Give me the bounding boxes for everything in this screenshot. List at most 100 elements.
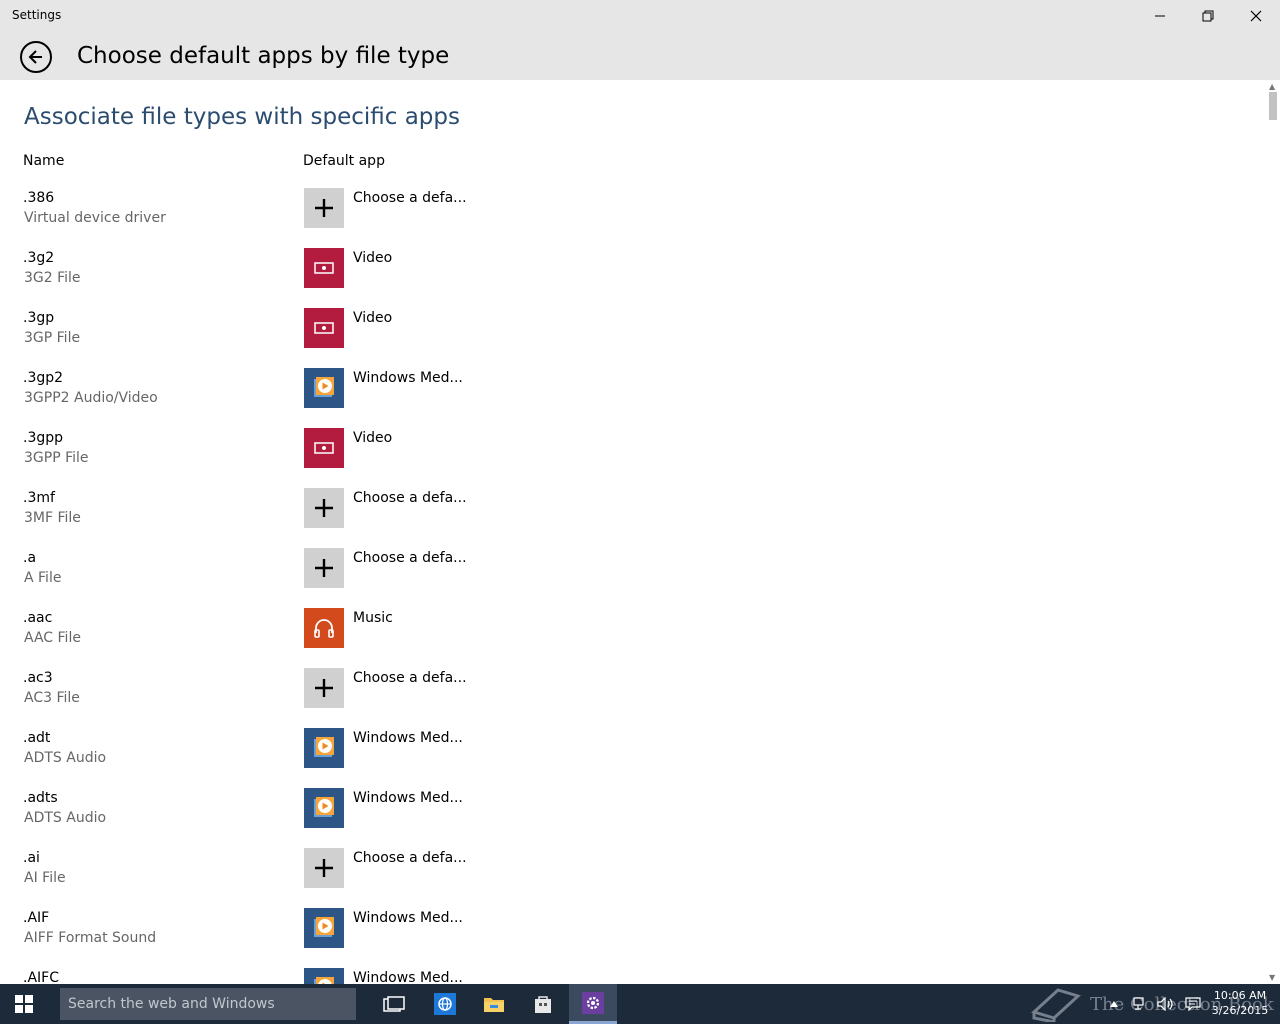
- scroll-up-arrow-icon[interactable]: ▲: [1269, 82, 1275, 91]
- file-type-description: 3GPP2 Audio/Video: [24, 390, 158, 406]
- file-type-description: 3GPP File: [24, 450, 89, 466]
- file-type-description: Virtual device driver: [24, 210, 166, 226]
- section-heading: Associate file types with specific apps: [24, 104, 460, 130]
- network-tray-button[interactable]: [1130, 984, 1152, 1024]
- chevron-up-icon: [1110, 1001, 1118, 1007]
- file-type-list: .386 Virtual device driver Choose a defa…: [0, 188, 1266, 984]
- main-content: Associate file types with specific apps …: [0, 80, 1266, 984]
- file-type-description: ADTS Audio: [24, 810, 107, 826]
- default-app-name[interactable]: Windows Med...: [353, 370, 463, 386]
- task-view-icon: [383, 996, 405, 1012]
- default-app-name[interactable]: Choose a defa...: [353, 550, 467, 566]
- browser-globe-icon: [434, 993, 456, 1015]
- taskbar-store-button[interactable]: [519, 984, 567, 1024]
- task-view-button[interactable]: [370, 984, 418, 1024]
- start-button[interactable]: [0, 984, 48, 1024]
- default-app-name[interactable]: Choose a defa...: [353, 850, 467, 866]
- default-app-name[interactable]: Windows Med...: [353, 970, 463, 984]
- file-type-description: AC3 File: [24, 690, 80, 706]
- default-app-button[interactable]: [304, 188, 344, 228]
- default-app-name[interactable]: Video: [353, 430, 392, 446]
- file-extension: .3gp: [23, 310, 55, 326]
- default-app-button[interactable]: [304, 428, 344, 468]
- file-type-row: .3g2 3G2 File Video: [0, 248, 1266, 308]
- file-type-description: A File: [24, 570, 62, 586]
- default-app-button[interactable]: [304, 308, 344, 348]
- taskbar-browser-button[interactable]: [421, 984, 469, 1024]
- plus-icon: [315, 859, 333, 877]
- window-title: Settings: [12, 8, 62, 22]
- default-app-button[interactable]: [304, 248, 344, 288]
- file-extension: .3g2: [23, 250, 55, 266]
- default-app-button[interactable]: [304, 788, 344, 828]
- volume-tray-button[interactable]: [1155, 984, 1177, 1024]
- restore-button[interactable]: [1184, 0, 1232, 32]
- file-type-description: AAC File: [24, 630, 81, 646]
- default-app-button[interactable]: [304, 368, 344, 408]
- file-extension: .3gp2: [23, 370, 64, 386]
- file-type-row: .3gp2 3GPP2 Audio/Video Windows Med...: [0, 368, 1266, 428]
- file-extension: .ac3: [23, 670, 53, 686]
- taskbar-search-box[interactable]: [60, 988, 356, 1020]
- windows-media-player-icon: [314, 797, 334, 817]
- plus-icon: [315, 499, 333, 517]
- file-type-description: 3MF File: [24, 510, 81, 526]
- default-app-name[interactable]: Windows Med...: [353, 730, 463, 746]
- plus-icon: [315, 559, 333, 577]
- back-button[interactable]: [20, 41, 52, 73]
- clock-time: 10:06 AM: [1213, 989, 1267, 1002]
- file-type-row: .3mf 3MF File Choose a defa...: [0, 488, 1266, 548]
- default-app-button[interactable]: [304, 908, 344, 948]
- file-extension: .a: [23, 550, 37, 566]
- clock-date: 3/26/2015: [1211, 1004, 1269, 1017]
- default-app-button[interactable]: [304, 968, 344, 984]
- default-app-name[interactable]: Video: [353, 250, 392, 266]
- scrollbar-thumb[interactable]: [1269, 92, 1277, 120]
- default-app-name[interactable]: Music: [353, 610, 393, 626]
- windows-media-player-icon: [314, 977, 334, 984]
- minimize-button[interactable]: [1136, 0, 1184, 32]
- default-app-name[interactable]: Windows Med...: [353, 790, 463, 806]
- default-app-button[interactable]: [304, 728, 344, 768]
- file-type-description: ADTS Audio: [24, 750, 107, 766]
- taskbar-clock[interactable]: 10:06 AM 3/26/2015: [1208, 988, 1272, 1018]
- file-extension: .ai: [23, 850, 40, 866]
- taskbar-settings-button[interactable]: [569, 984, 617, 1024]
- taskbar-file-explorer-button[interactable]: [470, 984, 518, 1024]
- scroll-down-arrow-icon[interactable]: ▼: [1269, 973, 1275, 982]
- book-logo-icon: [1031, 988, 1081, 1022]
- default-app-name[interactable]: Windows Med...: [353, 910, 463, 926]
- default-app-button[interactable]: [304, 608, 344, 648]
- vertical-scrollbar[interactable]: ▲ ▼: [1266, 80, 1280, 984]
- default-app-button[interactable]: [304, 848, 344, 888]
- file-type-row: .ac3 AC3 File Choose a defa...: [0, 668, 1266, 728]
- file-type-row: .AIF AIFF Format Sound Windows Med...: [0, 908, 1266, 968]
- file-extension: .3gpp: [23, 430, 64, 446]
- column-header-default-app: Default app: [303, 153, 385, 169]
- file-type-description: AI File: [24, 870, 66, 886]
- windows-media-player-icon: [314, 917, 334, 937]
- action-center-button[interactable]: [1182, 984, 1204, 1024]
- video-app-icon: [314, 442, 334, 454]
- page-title: Choose default apps by file type: [77, 43, 450, 69]
- default-app-name[interactable]: Choose a defa...: [353, 490, 467, 506]
- file-type-row: .ai AI File Choose a defa...: [0, 848, 1266, 908]
- file-type-row: .adts ADTS Audio Windows Med...: [0, 788, 1266, 848]
- windows-media-player-icon: [314, 737, 334, 757]
- file-extension: .386: [23, 190, 55, 206]
- default-app-name[interactable]: Choose a defa...: [353, 190, 467, 206]
- back-arrow-icon: [28, 50, 42, 64]
- show-hidden-icons-button[interactable]: [1106, 984, 1122, 1024]
- default-app-name[interactable]: Choose a defa...: [353, 670, 467, 686]
- close-button[interactable]: [1232, 0, 1280, 32]
- file-type-row: .a A File Choose a defa...: [0, 548, 1266, 608]
- default-app-button[interactable]: [304, 488, 344, 528]
- minimize-icon: [1155, 15, 1165, 17]
- file-type-description: 3GP File: [24, 330, 81, 346]
- default-app-button[interactable]: [304, 548, 344, 588]
- search-input[interactable]: [60, 988, 356, 1020]
- close-icon: [1250, 10, 1262, 22]
- file-type-row: .AIFC Windows Med...: [0, 968, 1266, 984]
- default-app-name[interactable]: Video: [353, 310, 392, 326]
- default-app-button[interactable]: [304, 668, 344, 708]
